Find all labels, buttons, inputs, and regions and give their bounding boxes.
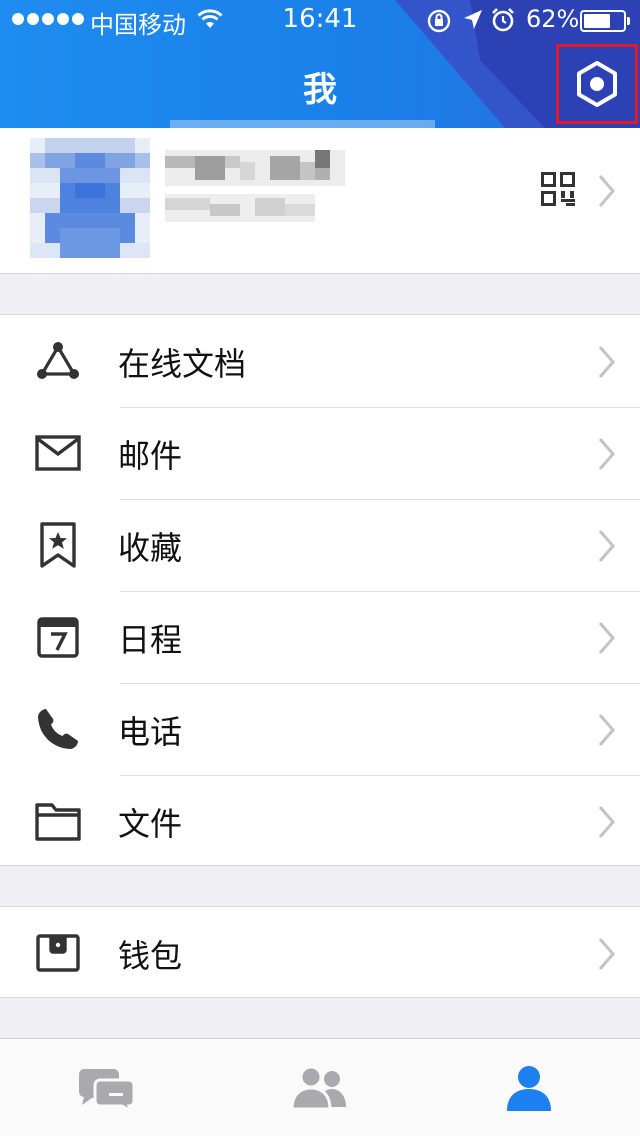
chevron-right-icon (598, 806, 615, 838)
settings-hexagon-icon (577, 61, 617, 107)
menu-item-schedule[interactable]: 日程 (0, 591, 640, 683)
tab-me[interactable] (426, 1039, 639, 1136)
status-bar: 中国移动 16:41 62% (0, 0, 640, 40)
chat-bubbles-icon (79, 1069, 136, 1111)
battery-percent: 62% (526, 5, 580, 33)
menu-group-wallet: 钱包 (0, 906, 640, 998)
location-arrow-icon (464, 10, 482, 29)
contacts-icon (290, 1065, 346, 1111)
menu-item-label: 文件 (118, 805, 183, 843)
menu-item-label: 钱包 (118, 937, 183, 975)
page-title: 我 (303, 70, 337, 110)
chevron-right-icon (598, 438, 615, 470)
battery-icon (580, 10, 630, 32)
person-icon (507, 1066, 551, 1111)
phone-icon (34, 705, 82, 753)
calendar-icon (34, 613, 82, 661)
bookmark-star-icon (34, 521, 82, 569)
menu-item-label: 日程 (118, 621, 183, 659)
profile-card[interactable] (0, 128, 640, 274)
menu-item-online-docs[interactable]: 在线文档 (0, 315, 640, 407)
menu-item-files[interactable]: 文件 (0, 775, 640, 867)
tab-contacts[interactable] (213, 1039, 426, 1136)
header: 中国移动 16:41 62% 我 (0, 0, 640, 128)
profile-id-redacted (165, 194, 315, 222)
folder-icon (34, 797, 82, 845)
menu-item-wallet[interactable]: 钱包 (0, 907, 640, 999)
online-docs-icon (34, 337, 82, 385)
header-underline (170, 120, 435, 128)
menu-item-label: 电话 (118, 713, 183, 751)
menu-item-label: 在线文档 (118, 345, 247, 383)
menu-group-main: 在线文档 邮件 收藏 日程 电话 文件 (0, 314, 640, 866)
tab-bar (0, 1038, 640, 1136)
chevron-right-icon (598, 622, 615, 654)
menu-item-mail[interactable]: 邮件 (0, 407, 640, 499)
profile-name-redacted (165, 150, 345, 186)
orientation-lock-icon (427, 9, 451, 33)
chevron-right-icon (598, 938, 615, 970)
qr-code-icon[interactable] (541, 172, 575, 206)
menu-item-favorites[interactable]: 收藏 (0, 499, 640, 591)
menu-item-label: 邮件 (118, 437, 183, 475)
chevron-right-icon (598, 346, 615, 378)
menu-item-phone[interactable]: 电话 (0, 683, 640, 775)
menu-item-label: 收藏 (118, 529, 183, 567)
chevron-right-icon (598, 175, 615, 207)
tab-messages[interactable] (0, 1039, 213, 1136)
chevron-right-icon (598, 530, 615, 562)
mail-icon (34, 429, 82, 477)
settings-button[interactable] (556, 44, 638, 124)
chevron-right-icon (598, 714, 615, 746)
wallet-icon (34, 929, 82, 977)
avatar[interactable] (30, 138, 150, 258)
alarm-clock-icon (492, 8, 514, 32)
